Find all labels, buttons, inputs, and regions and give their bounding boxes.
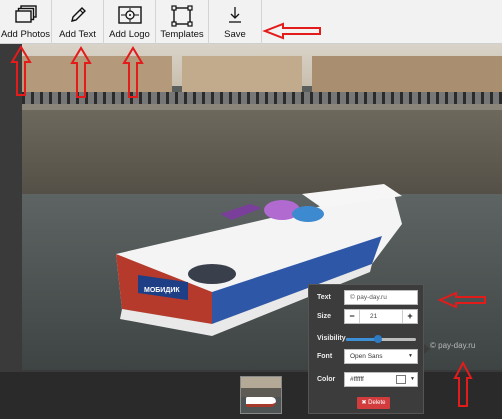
visibility-row: Visibility xyxy=(309,333,423,347)
photo-building xyxy=(312,56,502,94)
pencil-icon xyxy=(70,7,86,22)
chevron-down-icon: ▼ xyxy=(408,353,413,359)
chevron-down-icon: ▼ xyxy=(410,376,415,382)
color-swatch xyxy=(396,375,406,384)
visibility-slider[interactable] xyxy=(346,335,416,343)
add-photos-label: Add Photos xyxy=(0,29,51,40)
add-text-label: Add Text xyxy=(59,29,96,40)
thumbnail-boat xyxy=(246,397,276,407)
photo-building xyxy=(182,56,302,94)
add-photos-button[interactable]: Add Photos xyxy=(0,0,52,44)
visibility-label: Visibility xyxy=(317,335,346,342)
visibility-slider-handle[interactable] xyxy=(373,335,382,343)
photo-building xyxy=(22,56,172,94)
font-label: Font xyxy=(317,353,333,360)
watermark-text[interactable]: © pay-day.ru xyxy=(430,341,475,350)
add-text-button[interactable]: Add Text xyxy=(52,0,104,44)
color-picker[interactable]: #ffffff ▼ xyxy=(344,372,418,387)
photo-canvas[interactable]: МОБИДИК © pay-day.ru xyxy=(22,44,502,370)
font-select-value: Open Sans xyxy=(350,353,383,360)
photo-thumbnail[interactable] xyxy=(240,376,282,414)
font-select[interactable]: Open Sans ▼ xyxy=(344,349,418,364)
photo-embankment-edge xyxy=(22,104,502,110)
boat-sign: МОБИДИК xyxy=(144,287,180,294)
color-row: Color #ffffff ▼ xyxy=(309,372,423,388)
photos-stack-icon xyxy=(14,5,37,23)
font-row: Font Open Sans ▼ xyxy=(309,349,423,365)
color-label: Color xyxy=(317,376,336,383)
size-label: Size xyxy=(317,313,332,320)
size-decrease-button[interactable]: − xyxy=(345,310,359,323)
templates-icon xyxy=(171,5,193,27)
add-logo-button[interactable]: Add Logo xyxy=(104,0,156,44)
add-logo-label: Add Logo xyxy=(109,29,150,40)
templates-label: Templates xyxy=(160,29,204,40)
delete-text-button[interactable]: ✖ Delete xyxy=(357,397,390,409)
size-stepper: − 21 + xyxy=(344,309,418,324)
save-label: Save xyxy=(224,29,246,40)
templates-button[interactable]: Templates xyxy=(156,0,209,44)
toolbar: Add Photos Add Text Add Logo Templates S… xyxy=(0,0,502,44)
size-increase-button[interactable]: + xyxy=(403,310,417,323)
panel-pointer xyxy=(424,344,430,354)
logo-frame-icon xyxy=(117,6,142,24)
save-button[interactable]: Save xyxy=(209,0,262,44)
text-row: Text © pay-day.ru xyxy=(309,290,423,306)
size-value[interactable]: 21 xyxy=(359,310,403,323)
download-icon xyxy=(229,7,241,23)
size-row: Size − 21 + xyxy=(309,309,423,325)
color-value: #ffffff xyxy=(350,376,364,383)
text-label: Text xyxy=(317,294,331,301)
text-settings-panel: Text © pay-day.ru Size − 21 + Visibility… xyxy=(308,284,424,414)
visibility-slider-fill xyxy=(346,338,378,341)
text-input[interactable]: © pay-day.ru xyxy=(344,290,418,305)
